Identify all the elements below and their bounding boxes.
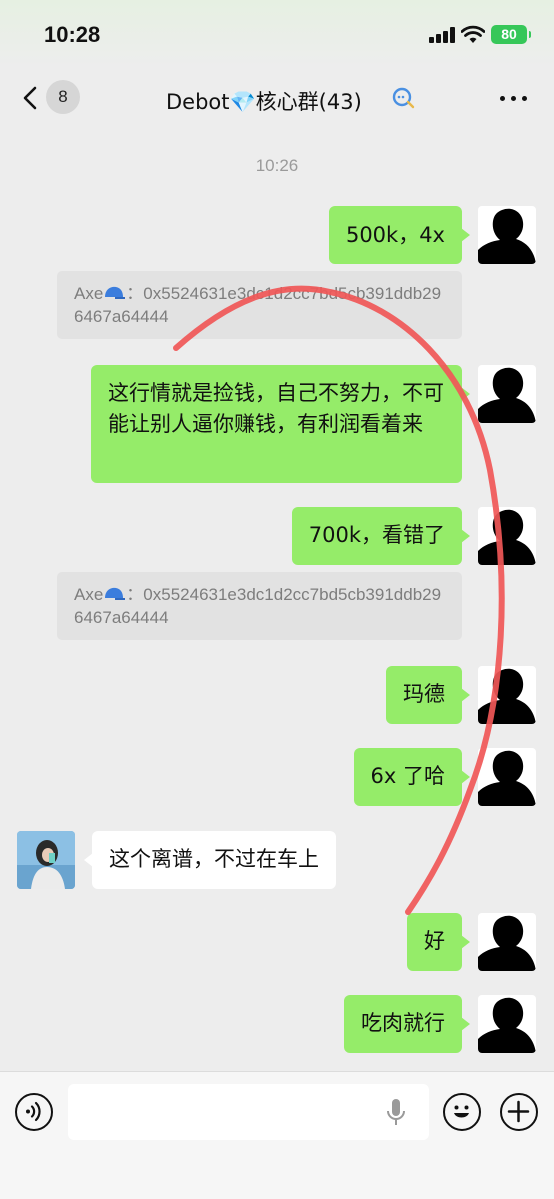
- quote-text: ：0x5524631e3dc1d2cc7bd5cb391ddb296467a64…: [74, 284, 442, 326]
- silhouette-avatar-image: [478, 997, 536, 1053]
- message-input[interactable]: [68, 1084, 429, 1140]
- message-bubble[interactable]: 6x 了哈: [353, 748, 471, 806]
- quote-sender: Axe: [74, 284, 104, 303]
- plus-icon: [507, 1100, 530, 1123]
- silhouette-avatar-image: [478, 509, 536, 565]
- search-chat-icon: [392, 87, 415, 109]
- battery-icon: 80: [491, 25, 531, 44]
- silhouette-avatar-image: [478, 750, 536, 806]
- status-time: 10:28: [44, 22, 101, 47]
- blue-cap-emoji-icon: [105, 286, 126, 299]
- my-avatar[interactable]: [478, 748, 536, 806]
- status-bar: 10:28 80: [0, 0, 554, 66]
- silhouette-avatar-image: [478, 367, 536, 423]
- message-timestamp: 10:26: [255, 156, 299, 175]
- chat-header: 8 Debot💎核心群(43): [0, 66, 554, 130]
- sender-avatar[interactable]: [17, 831, 75, 889]
- chevron-left-icon: [23, 86, 37, 110]
- quote-sender: Axe: [74, 585, 104, 604]
- message-bubble[interactable]: 这行情就是捡钱，自己不努力，不可能让别人逼你赚钱，有利润看着来: [91, 365, 470, 483]
- my-avatar[interactable]: [478, 507, 536, 565]
- mic-icon[interactable]: [386, 1098, 406, 1128]
- blue-cap-emoji-icon: [105, 587, 126, 600]
- message-bubble[interactable]: 500k，4x: [328, 206, 471, 264]
- profile-photo-image: [17, 831, 75, 889]
- plus-button[interactable]: [500, 1093, 538, 1131]
- message-bubble[interactable]: 好: [407, 913, 470, 971]
- message-bubble[interactable]: 吃肉就行: [344, 995, 470, 1053]
- emoji-button[interactable]: [443, 1093, 481, 1131]
- message-bubble[interactable]: 700k，看错了: [291, 507, 471, 565]
- quoted-message[interactable]: Axe ：0x5524631e3dc1d2cc7bd5cb391ddb296467…: [57, 572, 462, 640]
- my-avatar[interactable]: [478, 995, 536, 1053]
- silhouette-avatar-image: [478, 668, 536, 724]
- quote-text: ：0x5524631e3dc1d2cc7bd5cb391ddb296467a64…: [74, 585, 442, 627]
- emoji-icon: [454, 1105, 469, 1118]
- my-avatar[interactable]: [478, 666, 536, 724]
- chat-title: Debot💎核心群(43): [166, 90, 362, 114]
- message-bubble[interactable]: 这个离谱，不过在车上: [84, 831, 336, 889]
- silhouette-avatar-image: [478, 915, 536, 971]
- unread-count-badge: 8: [46, 80, 80, 114]
- chat-input-bar: [0, 1071, 554, 1199]
- my-avatar[interactable]: [478, 913, 536, 971]
- silhouette-avatar-image: [478, 208, 536, 264]
- more-button[interactable]: [496, 86, 532, 110]
- back-button[interactable]: 8: [14, 80, 84, 116]
- message-bubble[interactable]: 玛德: [386, 666, 470, 724]
- my-avatar[interactable]: [478, 206, 536, 264]
- wifi-icon: [461, 25, 485, 43]
- my-avatar[interactable]: [478, 365, 536, 423]
- voice-icon: [26, 1101, 41, 1122]
- quoted-message[interactable]: Axe ：0x5524631e3dc1d2cc7bd5cb391ddb296467…: [57, 271, 462, 339]
- voice-button[interactable]: [15, 1093, 53, 1131]
- signal-icon: [429, 27, 455, 43]
